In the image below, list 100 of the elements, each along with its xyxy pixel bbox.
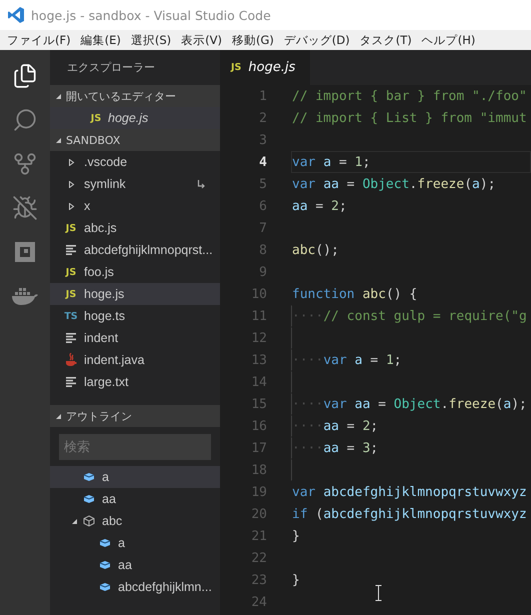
line-number: 13 <box>250 352 267 368</box>
menu-item[interactable]: 移動(G) <box>226 32 279 48</box>
outline-item[interactable]: a <box>50 532 220 554</box>
cube-icon <box>83 515 95 527</box>
code-line: var a = 1; <box>292 154 370 170</box>
file-item[interactable]: indent <box>50 327 220 349</box>
outline-item[interactable]: abcdefghijklmn... <box>50 576 220 598</box>
line-number: 10 <box>250 286 267 302</box>
lines-icon <box>66 245 76 255</box>
line-number: 14 <box>250 374 267 390</box>
line-number: 7 <box>258 220 267 236</box>
ts-file-icon: TS <box>64 310 78 322</box>
menu-item[interactable]: 編集(E) <box>76 32 126 48</box>
lines-icon <box>66 377 76 387</box>
variable-icon <box>83 472 95 482</box>
file-item[interactable]: JS hoge.js <box>50 283 220 305</box>
section-header[interactable]: SANDBOX <box>50 129 220 151</box>
js-file-icon: JS <box>90 112 102 124</box>
code-line: if (abcdefghijklmnopqrstuvwxyz <box>292 506 527 522</box>
code-line: } <box>292 572 300 588</box>
line-number: 3 <box>258 132 267 148</box>
sidebar-title: エクスプローラー <box>67 60 155 75</box>
line-number: 12 <box>250 330 267 346</box>
outline-item[interactable]: abc <box>50 510 220 532</box>
line-number: 19 <box>250 484 267 500</box>
file-item[interactable]: .vscode <box>50 151 220 173</box>
line-number: 4 <box>258 154 267 170</box>
line-number: 20 <box>250 506 267 522</box>
menu-item[interactable]: 選択(S) <box>126 32 176 48</box>
section-header[interactable]: アウトライン <box>50 405 220 427</box>
coffee-cup-icon <box>65 353 77 367</box>
line-number: 23 <box>250 572 267 588</box>
lines-icon <box>66 333 76 343</box>
code-line: abc(); <box>292 242 339 258</box>
code-line: // import { List } from "immut <box>292 110 527 126</box>
code-line: ····var a = 1; <box>292 352 402 368</box>
file-item[interactable]: symlink <box>50 173 220 195</box>
line-number: 18 <box>250 462 267 478</box>
file-item[interactable]: large.txt <box>50 371 220 393</box>
line-number: 17 <box>250 440 267 456</box>
line-number: 2 <box>258 110 267 126</box>
line-number: 8 <box>258 242 267 258</box>
debug-icon[interactable] <box>12 195 38 221</box>
file-item[interactable]: abcdefghijklmnopqrst... <box>50 239 220 261</box>
open-editor-item[interactable]: JS hoge.js <box>50 107 220 129</box>
variable-icon <box>99 582 111 592</box>
chevron-icon[interactable] <box>55 136 62 144</box>
window-title: hoge.js - sandbox - Visual Studio Code <box>31 8 271 22</box>
js-file-icon: JS <box>66 288 76 300</box>
source-control-icon[interactable] <box>12 151 38 177</box>
code-line: function abc() { <box>292 286 418 302</box>
code-line: aa = 2; <box>292 198 347 214</box>
outline-item[interactable]: a <box>50 466 220 488</box>
search-icon[interactable] <box>12 107 38 133</box>
file-item[interactable]: JS abc.js <box>50 217 220 239</box>
file-item[interactable]: JS foo.js <box>50 261 220 283</box>
code-line: ····aa = 3; <box>292 440 378 456</box>
search-field[interactable]: 検索 <box>59 434 211 460</box>
chevron-icon[interactable] <box>68 202 74 210</box>
code-line: ····var aa = Object.freeze(a); <box>292 396 527 412</box>
files-icon[interactable] <box>12 63 38 89</box>
code-line: var aa = Object.freeze(a); <box>292 176 496 192</box>
js-file-icon: JS <box>66 266 76 278</box>
outline-item[interactable]: aa <box>50 488 220 510</box>
extensions-icon[interactable] <box>13 240 37 264</box>
file-item[interactable]: indent.java <box>50 349 220 371</box>
chevron-icon[interactable] <box>70 518 78 524</box>
whale-icon[interactable] <box>11 286 39 306</box>
line-number: 6 <box>258 198 267 214</box>
line-number: 22 <box>250 550 267 566</box>
line-number: 21 <box>250 528 267 544</box>
code-line: var abcdefghijklmnopqrstuvwxyz <box>292 484 527 500</box>
chevron-icon[interactable] <box>68 158 74 166</box>
menu-item[interactable]: ファイル(F) <box>2 32 76 48</box>
chevron-icon[interactable] <box>55 412 62 420</box>
menu-item[interactable]: ヘルプ(H) <box>416 32 480 48</box>
text-cursor-icon <box>375 585 382 601</box>
chevron-icon[interactable] <box>68 180 74 188</box>
js-file-icon: JS <box>231 62 242 73</box>
variable-icon <box>83 494 95 504</box>
js-file-icon: JS <box>66 222 76 234</box>
file-item[interactable]: TS hoge.ts <box>50 305 220 327</box>
line-number: 1 <box>258 88 267 104</box>
section-header[interactable]: 開いているエディター <box>50 85 220 107</box>
code-line: ····// const gulp = require("g <box>292 308 527 324</box>
menu-item[interactable]: デバッグ(D) <box>278 32 355 48</box>
file-item[interactable]: x <box>50 195 220 217</box>
menu-item[interactable]: タスク(T) <box>354 32 417 48</box>
line-number: 15 <box>250 396 267 412</box>
menu-item[interactable]: 表示(V) <box>176 32 227 48</box>
line-number: 9 <box>258 264 267 280</box>
app-logo-icon <box>7 6 25 24</box>
line-number: 11 <box>250 308 267 324</box>
code-line: } <box>292 528 300 544</box>
chevron-icon[interactable] <box>55 92 62 100</box>
editor-tab[interactable]: JS hoge.js <box>220 50 310 85</box>
line-number: 5 <box>258 176 267 192</box>
line-number: 24 <box>250 594 267 610</box>
line-number: 16 <box>250 418 267 434</box>
outline-item[interactable]: aa <box>50 554 220 576</box>
